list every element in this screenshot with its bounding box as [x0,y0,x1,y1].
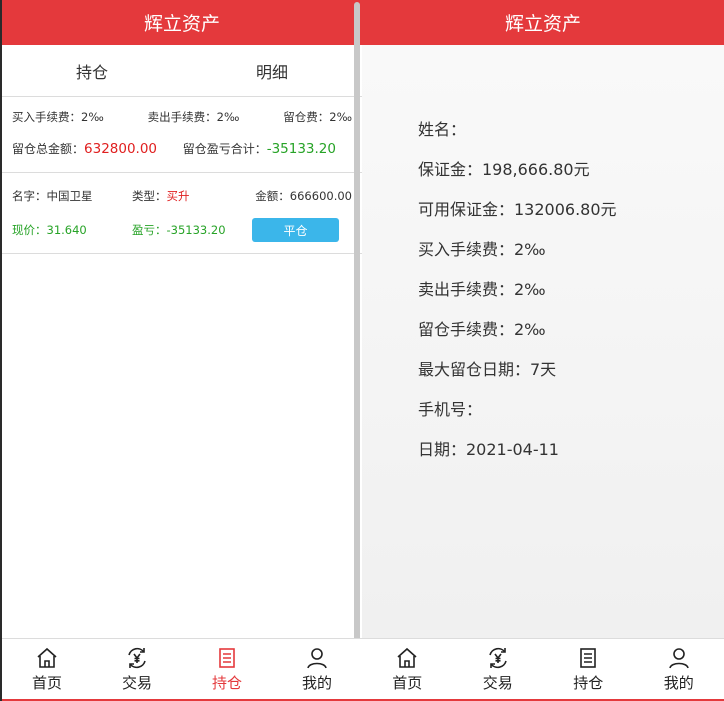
nav-mine-label: 我的 [663,673,694,692]
app-title: 辉立资产 [504,13,581,35]
info-buy-fee: 买入手续费：2‰ [418,240,546,259]
user-icon [307,647,327,668]
holdings-panel: 辉立资产 持仓 明细 买入手续费：2‰ 卖出手续费：2‰ 留仓费：2‰ 留仓总金… [0,0,362,701]
app-title: 辉立资产 [143,13,220,35]
nav-mine-label: 我的 [301,673,332,692]
info-phone: 手机号： [418,400,483,419]
position-price: 现价：31.640 [12,223,87,237]
divider [2,253,362,254]
nav-home-label: 首页 [392,673,423,692]
nav-mine[interactable]: 我的 [634,639,724,699]
yen-exchange-icon [488,647,507,668]
position-name: 名字：中国卫星 [12,189,93,203]
position-item: 名字：中国卫星 类型：买升 金额：666600.00 现价：31.640 盈亏：… [2,173,362,247]
tab-holdings[interactable]: 持仓 [2,45,182,96]
tab-details[interactable]: 明细 [182,45,362,96]
tab-bar: 持仓 明细 [2,45,362,97]
bottom-nav: 首页 交易 持仓 我的 [362,638,724,701]
nav-trade-label: 交易 [121,673,152,692]
info-date: 日期：2021-04-11 [418,440,559,459]
nav-home[interactable]: 首页 [2,639,92,699]
position-type-label: 类型： [132,189,167,203]
position-row-2: 现价：31.640 盈亏：-35133.20 平仓 [2,213,362,247]
nav-trade[interactable]: 交易 [453,639,544,699]
nav-holdings[interactable]: 持仓 [182,639,272,699]
close-position-button[interactable]: 平仓 [252,218,339,242]
summary-row: 留仓总金额：632800.00 留仓盈亏合计：-35133.20 [2,136,362,160]
nav-home-label: 首页 [31,673,62,692]
hold-fee: 留仓费：2‰ [283,109,352,124]
nav-holdings-label: 持仓 [573,673,604,692]
position-row-1: 名字：中国卫星 类型：买升 金额：666600.00 [2,179,362,213]
document-icon [219,647,235,668]
total-amount-value: 632800.00 [84,140,158,157]
total-pl-value: -35133.20 [266,140,336,157]
app-header: 辉立资产 [2,0,362,45]
bottom-nav: 首页 交易 持仓 我的 [2,638,362,701]
home-icon [37,647,57,668]
buy-fee: 买入手续费：2‰ [12,109,104,124]
info-hold-fee: 留仓手续费：2‰ [418,320,546,339]
position-pl: 盈亏：-35133.20 [132,223,226,237]
position-type: 类型：买升 [132,188,252,204]
total-pl-label: 留仓盈亏合计： [182,141,267,156]
nav-mine[interactable]: 我的 [272,639,362,699]
fee-row: 买入手续费：2‰ 卖出手续费：2‰ 留仓费：2‰ [2,97,362,136]
scrollbar[interactable] [354,2,360,682]
nav-trade-label: 交易 [482,673,513,692]
nav-home[interactable]: 首页 [362,639,453,699]
info-margin: 保证金：198,666.80元 [418,160,590,179]
info-available-margin: 可用保证金：132006.80元 [418,200,617,219]
sell-fee: 卖出手续费：2‰ [147,109,240,124]
total-amount: 留仓总金额：632800.00 [12,140,157,157]
document-icon [580,647,597,668]
info-name: 姓名： [418,120,467,139]
account-info: 姓名： 保证金：198,666.80元 可用保证金：132006.80元 买入手… [418,110,617,470]
home-icon [397,647,417,668]
nav-holdings-label: 持仓 [211,673,242,692]
total-pl: 留仓盈亏合计：-35133.20 [183,140,336,157]
info-sell-fee: 卖出手续费：2‰ [418,280,546,299]
user-icon [668,647,689,668]
nav-trade[interactable]: 交易 [92,639,182,699]
position-amount: 金额：666600.00 [255,189,352,203]
total-amount-label: 留仓总金额： [12,141,85,156]
yen-exchange-icon [128,647,146,668]
account-panel: 辉立资产 姓名： 保证金：198,666.80元 可用保证金：132006.80… [362,0,724,701]
info-max-hold-days: 最大留仓日期：7天 [418,360,557,379]
nav-holdings[interactable]: 持仓 [543,639,634,699]
app-header: 辉立资产 [362,0,724,45]
position-type-value: 买升 [166,189,190,203]
